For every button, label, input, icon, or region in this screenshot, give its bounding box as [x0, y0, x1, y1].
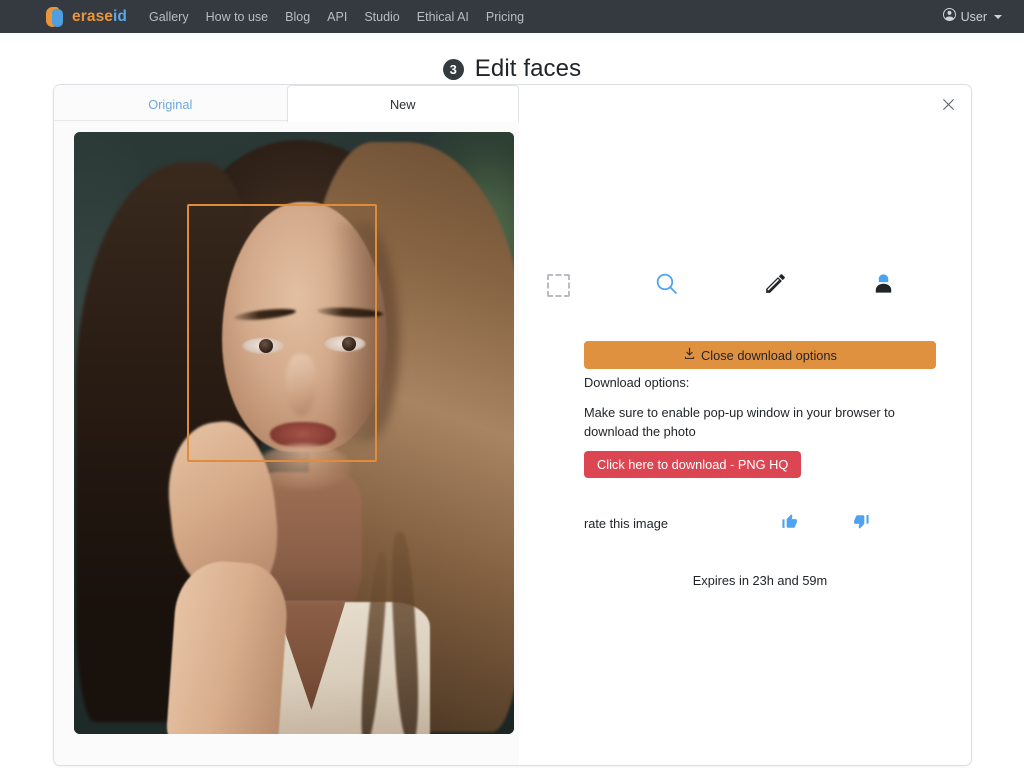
- expiry-text: Expires in 23h and 59m: [584, 573, 936, 588]
- step-badge: 3: [443, 59, 464, 80]
- dashed-square-icon: [547, 274, 570, 297]
- page-title-row: 3 Edit faces: [0, 55, 1024, 83]
- controls-panel: Close download options Download options:…: [519, 85, 972, 765]
- nav-link-api[interactable]: API: [327, 10, 347, 24]
- popup-enable-note: Make sure to enable pop-up window in you…: [584, 403, 936, 441]
- image-version-tabs: Original New: [54, 85, 519, 121]
- user-circle-icon: [943, 8, 956, 26]
- thumbs-down-button[interactable]: [841, 513, 881, 533]
- chevron-down-icon: [994, 15, 1002, 19]
- user-menu-label: User: [961, 10, 987, 24]
- download-icon: [683, 347, 696, 363]
- face-detection-box[interactable]: [187, 204, 377, 462]
- edit-tool-button[interactable]: [748, 265, 802, 305]
- close-download-options-label: Close download options: [701, 348, 837, 363]
- tool-row: [531, 265, 911, 305]
- nav-links: Gallery How to use Blog API Studio Ethic…: [149, 10, 524, 24]
- nav-link-how-to-use[interactable]: How to use: [206, 10, 269, 24]
- nav-link-blog[interactable]: Blog: [285, 10, 310, 24]
- nav-link-pricing[interactable]: Pricing: [486, 10, 524, 24]
- preview-panel: Original New: [54, 85, 519, 765]
- close-icon[interactable]: [935, 91, 961, 117]
- download-options-label: Download options:: [584, 375, 689, 390]
- rate-this-image-label: rate this image: [584, 516, 769, 531]
- tab-original[interactable]: Original: [54, 85, 287, 122]
- tab-new[interactable]: New: [287, 85, 520, 122]
- zoom-tool-button[interactable]: [640, 265, 694, 305]
- brand-logo-link[interactable]: eraseid: [46, 6, 127, 28]
- user-menu[interactable]: User: [943, 0, 1002, 33]
- download-png-hq-button[interactable]: Click here to download - PNG HQ: [584, 451, 801, 478]
- thumbs-down-icon: [853, 513, 870, 533]
- pencil-icon: [763, 271, 788, 299]
- preview-image-container[interactable]: [74, 132, 514, 734]
- thumbs-up-icon: [781, 513, 798, 533]
- close-download-options-button[interactable]: Close download options: [584, 341, 936, 369]
- magnifier-icon: [654, 271, 679, 299]
- editor-card: Original New: [53, 84, 972, 766]
- face-tool-button[interactable]: [857, 265, 911, 305]
- eraseid-logo-icon: [46, 6, 65, 28]
- nav-link-ethical-ai[interactable]: Ethical AI: [417, 10, 469, 24]
- top-navbar: eraseid Gallery How to use Blog API Stud…: [0, 0, 1024, 33]
- page-title: Edit faces: [475, 55, 581, 83]
- brand-text-id: id: [113, 8, 127, 25]
- thumbs-up-button[interactable]: [769, 513, 809, 533]
- rating-row: rate this image: [584, 513, 936, 533]
- nav-link-gallery[interactable]: Gallery: [149, 10, 189, 24]
- nav-link-studio[interactable]: Studio: [364, 10, 399, 24]
- brand-text: eraseid: [72, 8, 127, 26]
- person-icon: [871, 271, 896, 299]
- selection-tool-button[interactable]: [531, 265, 585, 305]
- brand-text-erase: erase: [72, 8, 113, 25]
